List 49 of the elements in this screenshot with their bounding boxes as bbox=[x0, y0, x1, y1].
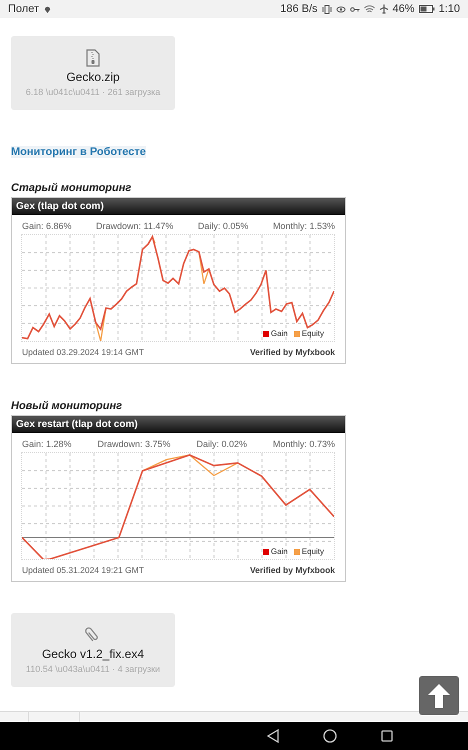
widget-title: Gex (tlap dot com) bbox=[16, 201, 104, 212]
airplane-icon bbox=[378, 4, 389, 14]
legend-swatch bbox=[262, 548, 269, 554]
paperclip-icon bbox=[85, 626, 101, 644]
monitoring-label: Новый мониторинг bbox=[11, 400, 124, 412]
file-name: Gecko v1.2_fix.ex4 bbox=[42, 647, 144, 661]
recents-icon[interactable] bbox=[381, 730, 393, 742]
legend-label: Gain bbox=[270, 547, 288, 556]
monitoring-label: Старый мониторинг bbox=[11, 182, 132, 194]
widget-title: Gex restart (tlap dot com) bbox=[16, 419, 138, 430]
verified-text: Verified by Myfxbook bbox=[250, 347, 335, 357]
stat-text: Monthly: 1.53% bbox=[272, 221, 335, 231]
legend-swatch bbox=[294, 330, 300, 336]
file-attachment[interactable]: Gecko.zip 6.18 \u041c\u0411 · 261 загрузка bbox=[11, 36, 175, 110]
verified-text: Verified by Myfxbook bbox=[250, 565, 335, 575]
speed-text: 186 B/s bbox=[280, 3, 318, 15]
legend-swatch bbox=[262, 330, 269, 336]
stat-text: Daily: 0.02% bbox=[196, 439, 247, 449]
scroll-top-button[interactable] bbox=[419, 676, 459, 715]
legend-label: Equity bbox=[302, 329, 324, 338]
updated-text: Updated 05.31.2024 19:21 GMT bbox=[22, 565, 144, 575]
stat-text: Monthly: 0.73% bbox=[272, 439, 335, 449]
location-icon bbox=[43, 4, 52, 14]
key-icon bbox=[350, 6, 360, 12]
eye-icon bbox=[336, 4, 346, 14]
battery-percent: 46% bbox=[392, 3, 415, 15]
stat-text: Gain: 1.28% bbox=[22, 439, 72, 449]
vibrate-icon bbox=[322, 4, 332, 14]
zip-file-icon bbox=[86, 49, 100, 67]
carrier-text: Полет bbox=[8, 3, 39, 15]
home-icon[interactable] bbox=[323, 729, 337, 743]
back-icon[interactable] bbox=[267, 729, 279, 743]
legend-swatch bbox=[294, 548, 300, 554]
file-meta: 6.18 \u041c\u0411 · 261 загрузка bbox=[26, 87, 160, 97]
stat-text: Drawdown: 11.47% bbox=[96, 221, 174, 231]
battery-icon bbox=[418, 5, 435, 13]
stat-text: Gain: 6.86% bbox=[22, 221, 72, 231]
file-attachment[interactable]: Gecko v1.2_fix.ex4 110.54 \u043a\u0411 · 4 загрузки bbox=[11, 613, 175, 687]
file-name: Gecko.zip bbox=[66, 70, 120, 84]
wifi-icon bbox=[364, 4, 375, 14]
stat-text: Daily: 0.05% bbox=[198, 221, 248, 231]
up-arrow-icon bbox=[426, 682, 452, 710]
clock-text: 1:10 bbox=[438, 3, 460, 15]
file-meta: 110.54 \u043a\u0411 · 4 загрузки bbox=[26, 664, 160, 674]
legend-label: Gain bbox=[270, 329, 288, 338]
stat-text: Drawdown: 3.75% bbox=[97, 439, 171, 449]
updated-text: Updated 03.29.2024 19:14 GMT bbox=[22, 347, 144, 357]
section-link[interactable]: Мониторинг в Роботесте bbox=[11, 146, 146, 158]
legend-label: Equity bbox=[302, 547, 324, 556]
